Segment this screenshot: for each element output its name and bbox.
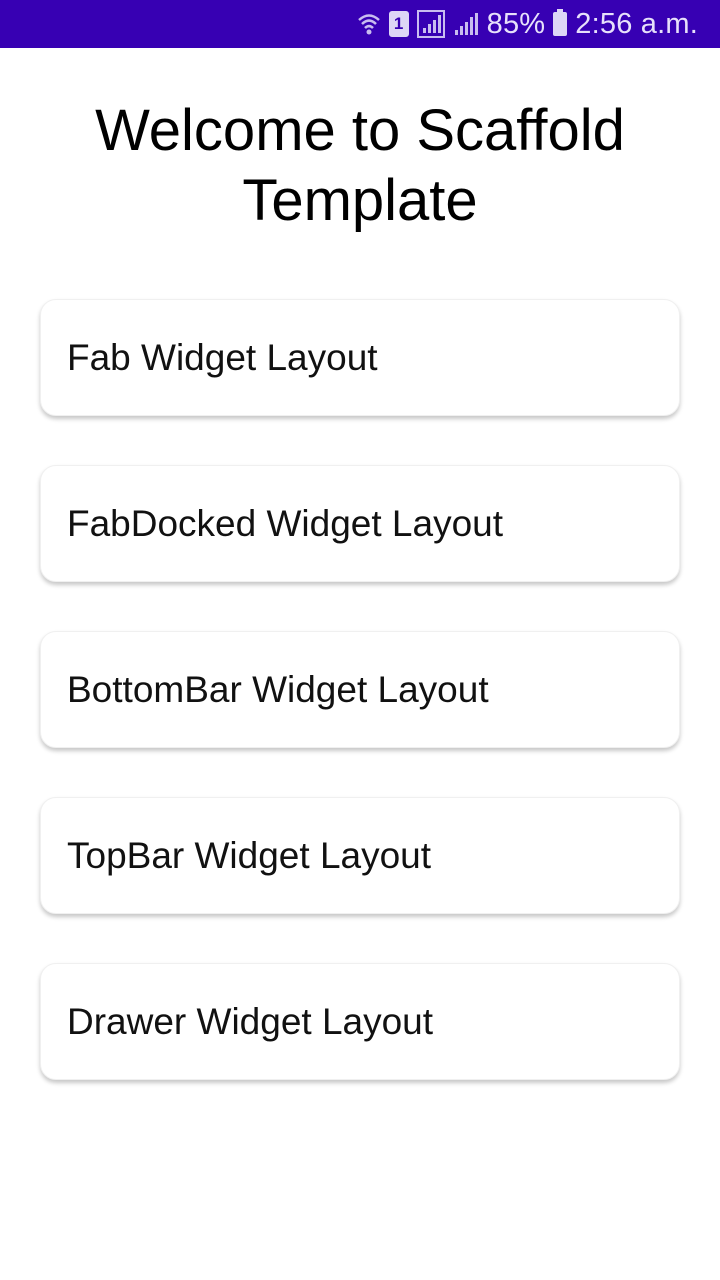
fabdocked-widget-layout-card[interactable]: FabDocked Widget Layout: [40, 465, 680, 582]
card-label: TopBar Widget Layout: [67, 834, 432, 876]
signal-icon: [416, 10, 445, 38]
fab-widget-layout-card[interactable]: Fab Widget Layout: [40, 299, 680, 416]
battery-icon: [553, 9, 568, 36]
status-bar: 1 85% 2:56 a.m.: [0, 0, 720, 48]
signal-icon: [453, 11, 479, 37]
battery-percent: 85%: [486, 7, 546, 40]
clock: 2:56 a.m.: [575, 7, 698, 40]
wifi-icon: [357, 11, 381, 37]
sim-1-icon: 1: [388, 11, 409, 37]
card-label: Fab Widget Layout: [67, 336, 378, 378]
topbar-widget-layout-card[interactable]: TopBar Widget Layout: [40, 797, 680, 914]
card-label: Drawer Widget Layout: [67, 1000, 434, 1042]
layout-list: Fab Widget Layout FabDocked Widget Layou…: [40, 299, 680, 1129]
page-title: Welcome to Scaffold Template: [95, 98, 625, 233]
bottombar-widget-layout-card[interactable]: BottomBar Widget Layout: [40, 631, 680, 748]
card-label: FabDocked Widget Layout: [67, 502, 504, 544]
card-label: BottomBar Widget Layout: [67, 668, 489, 710]
status-icons: 1 85% 2:56 a.m.: [357, 8, 698, 41]
drawer-widget-layout-card[interactable]: Drawer Widget Layout: [40, 963, 680, 1080]
